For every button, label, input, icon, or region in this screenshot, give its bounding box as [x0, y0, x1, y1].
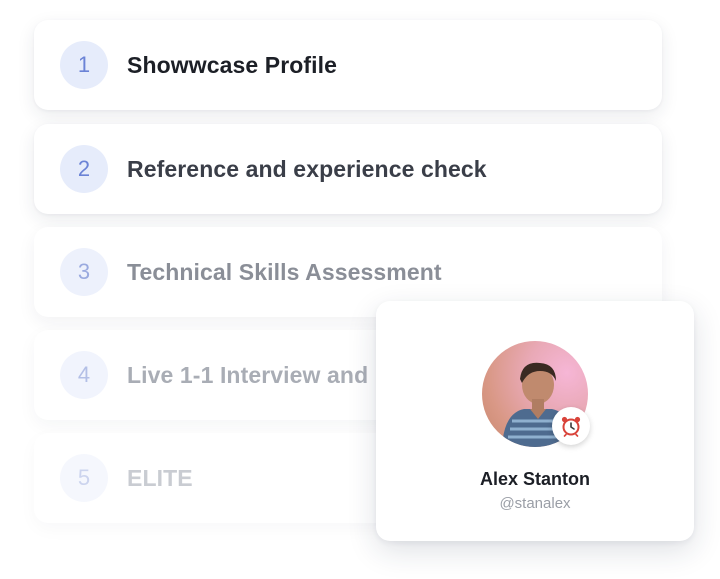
alarm-clock-icon — [552, 407, 590, 445]
step-number: 4 — [60, 351, 108, 399]
step-label: Showwcase Profile — [127, 51, 338, 78]
profile-card[interactable]: Alex Stanton @stanalex — [376, 301, 694, 541]
step-label: Reference and experience check — [127, 155, 487, 182]
step-number: 3 — [60, 248, 108, 296]
step-number: 5 — [60, 454, 108, 502]
profile-handle: @stanalex — [499, 495, 571, 512]
step-item-showwcase-profile[interactable]: 1 Showwcase Profile — [34, 20, 662, 110]
step-label: Technical Skills Assessment — [127, 258, 442, 285]
step-item-reference-check[interactable]: 2 Reference and experience check — [34, 124, 662, 214]
step-label: Live 1-1 Interview and — [127, 361, 369, 388]
profile-name: Alex Stanton — [479, 469, 590, 489]
step-number: 2 — [60, 145, 108, 193]
step-number: 1 — [60, 41, 108, 89]
avatar-wrapper — [482, 341, 590, 447]
step-label: ELITE — [127, 464, 193, 491]
